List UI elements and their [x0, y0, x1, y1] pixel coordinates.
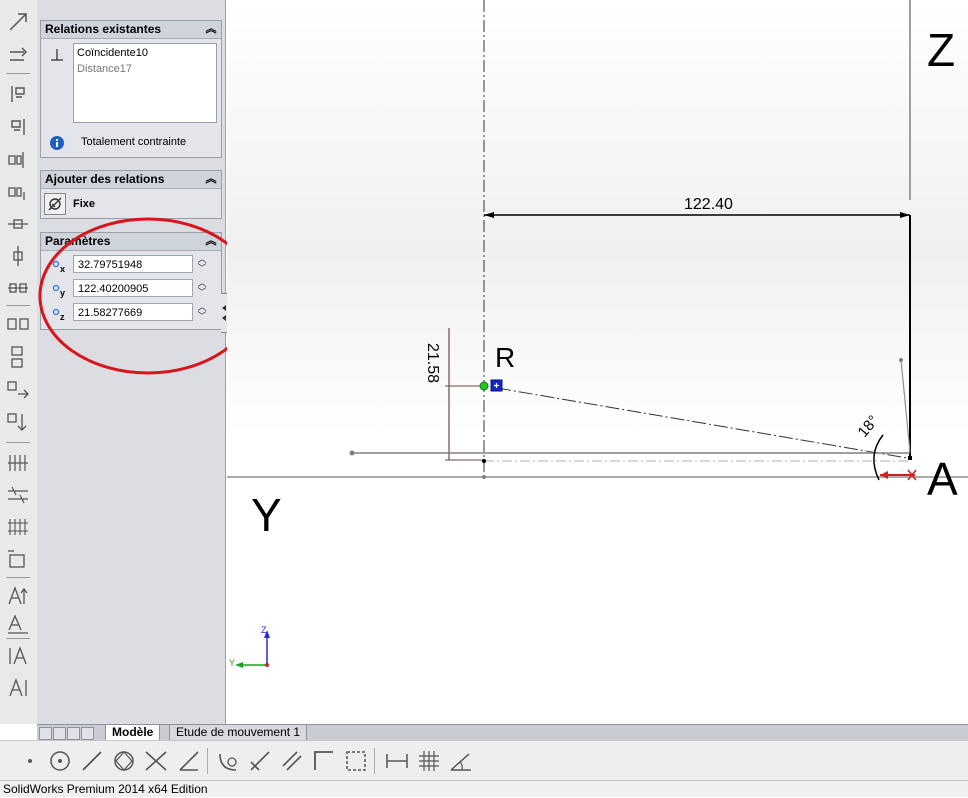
- existing-relations-group: Relations existantes ︽ Coïncidente10 Dis…: [40, 20, 222, 158]
- endpoint-a: [908, 456, 912, 460]
- toolstrip-separator: [6, 73, 30, 74]
- point-a-label: A: [927, 453, 958, 505]
- rectangle-icon[interactable]: [343, 748, 369, 774]
- midpoint-icon[interactable]: [6, 276, 30, 300]
- relation-item[interactable]: Coïncidente10: [77, 46, 148, 60]
- tab-model[interactable]: Modèle: [105, 725, 161, 741]
- dimension-arrow: [900, 212, 910, 218]
- pattern-icon[interactable]: [6, 410, 30, 434]
- toolstrip-separator: [6, 305, 30, 306]
- fix-relation-label[interactable]: Fixe: [73, 198, 95, 210]
- text-icon[interactable]: [6, 612, 30, 636]
- circle-icon[interactable]: [47, 748, 73, 774]
- parallel-icon[interactable]: [6, 44, 30, 68]
- polygon-icon[interactable]: [111, 748, 137, 774]
- relation-icon[interactable]: [6, 10, 30, 34]
- existing-relations-header[interactable]: Relations existantes ︽: [41, 21, 221, 39]
- pattern-icon[interactable]: [6, 345, 30, 369]
- toolbar-separator: [374, 748, 375, 774]
- midpoint-icon[interactable]: [6, 212, 30, 236]
- sketch-line-slanted: [900, 359, 911, 453]
- triad-z-label: Z: [261, 625, 267, 635]
- prev-tab-button[interactable]: [53, 727, 66, 740]
- corner-icon[interactable]: [311, 748, 337, 774]
- align-icon[interactable]: [6, 82, 30, 106]
- last-tab-button[interactable]: [81, 727, 94, 740]
- add-relations-header[interactable]: Ajouter des relations ︽: [41, 171, 221, 189]
- arc-icon[interactable]: [216, 748, 242, 774]
- dimension-arrow: [484, 212, 494, 218]
- grid-icon[interactable]: [6, 483, 30, 507]
- trim-icon[interactable]: [247, 748, 273, 774]
- toolstrip-separator: [6, 577, 30, 578]
- z-axis-label: Z: [927, 24, 956, 76]
- fix-relation-button[interactable]: [44, 193, 66, 215]
- status-bar: SolidWorks Premium 2014 x64 Edition: [0, 780, 968, 797]
- relation-item[interactable]: Distance17: [77, 62, 132, 76]
- trim-icon[interactable]: [143, 748, 169, 774]
- horizontal-dimension[interactable]: 122.40: [684, 196, 733, 214]
- relations-list[interactable]: Coïncidente10 Distance17: [73, 43, 217, 123]
- tab-motion-study[interactable]: Etude de mouvement 1: [169, 725, 308, 741]
- construction-line: [496, 387, 908, 459]
- green-point: [479, 381, 489, 391]
- text-icon[interactable]: [6, 644, 30, 668]
- next-tab-button[interactable]: [67, 727, 80, 740]
- constraint-status: Totalement contrainte: [81, 136, 187, 148]
- endpoint: [482, 459, 486, 463]
- grid-icon[interactable]: [6, 451, 30, 475]
- collapse-icon[interactable]: ︽: [205, 171, 217, 188]
- info-icon: [50, 136, 64, 150]
- triad-y-label: Y: [229, 658, 236, 668]
- graphics-area[interactable]: Z Y A R 122.40 21.58 18° Z Y: [227, 0, 968, 724]
- toolstrip-separator: [6, 638, 30, 639]
- point-r-label: R: [495, 342, 516, 373]
- coincident-relation-icon: [51, 49, 63, 61]
- coincident-icon[interactable]: [6, 148, 30, 172]
- pattern-icon[interactable]: [6, 378, 30, 402]
- coincident-icon[interactable]: [6, 180, 30, 204]
- grid-icon[interactable]: [6, 547, 30, 571]
- red-arrow-head: [880, 471, 888, 479]
- sketch-drawing: [227, 0, 968, 668]
- model-tab-bar: Modèle Etude de mouvement 1: [37, 724, 968, 741]
- grid-icon[interactable]: [6, 515, 30, 539]
- text-icon[interactable]: [6, 676, 30, 700]
- endpoint: [482, 475, 486, 479]
- endpoint: [349, 450, 355, 456]
- endpoint: [899, 358, 903, 362]
- fix-anchor-icon: [48, 197, 62, 211]
- angle-icon[interactable]: [448, 748, 474, 774]
- y-axis-label: Y: [251, 489, 282, 541]
- sketch-toolbar: [0, 740, 968, 781]
- midpoint-icon[interactable]: [6, 244, 30, 268]
- dimension-icon[interactable]: [384, 748, 410, 774]
- text-icon[interactable]: [6, 584, 30, 608]
- add-relations-group: Ajouter des relations ︽ Fixe: [40, 170, 222, 219]
- existing-relations-title: Relations existantes: [45, 22, 162, 36]
- parallel-icon[interactable]: [279, 748, 305, 774]
- left-toolstrip: [0, 0, 38, 724]
- toolbar-separator: [207, 748, 208, 774]
- toolstrip-separator: [6, 442, 30, 443]
- line-icon[interactable]: [176, 748, 202, 774]
- line-icon[interactable]: [79, 748, 105, 774]
- grid-icon[interactable]: [416, 748, 442, 774]
- add-relations-title: Ajouter des relations: [45, 172, 165, 186]
- angle-arc: [873, 434, 884, 481]
- point-icon[interactable]: [17, 748, 43, 774]
- pattern-icon[interactable]: [6, 313, 30, 337]
- vertical-dimension[interactable]: 21.58: [423, 343, 441, 383]
- align-icon[interactable]: [6, 115, 30, 139]
- first-tab-button[interactable]: [39, 727, 52, 740]
- collapse-icon[interactable]: ︽: [205, 21, 217, 38]
